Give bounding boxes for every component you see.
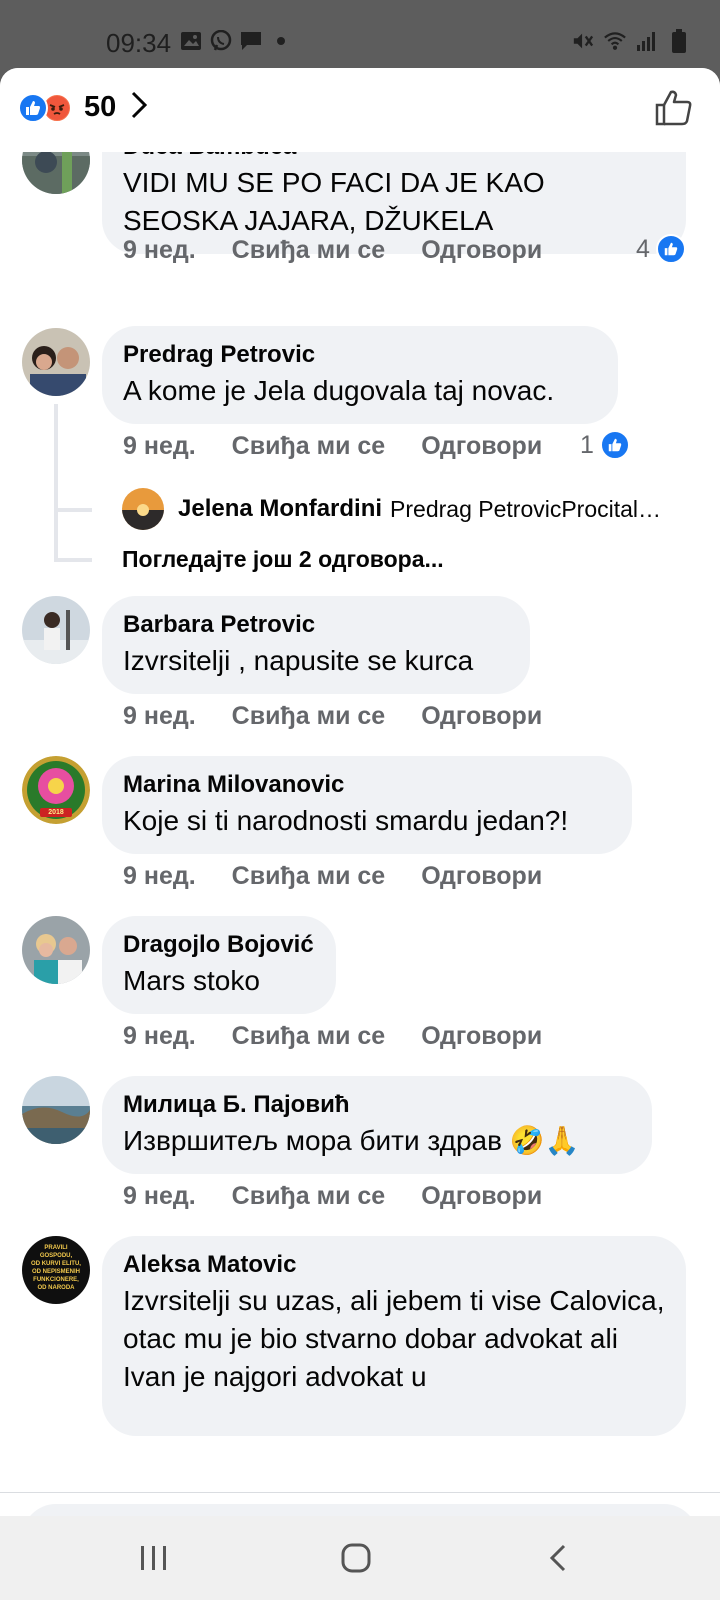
comment-time[interactable]: 9 нед.	[123, 1182, 196, 1211]
avatar[interactable]	[22, 152, 90, 194]
like-button[interactable]: Свиђа ми се	[232, 702, 386, 731]
comment-text: Mars stoko	[123, 965, 260, 996]
view-more-replies-link[interactable]: Погледајте још 2 одговора...	[122, 546, 444, 573]
comment-likes[interactable]: 4	[636, 234, 686, 264]
dot-icon	[270, 30, 292, 52]
thread-line	[54, 404, 58, 562]
comment-actions: 9 нед. Свиђа ми се Одговори	[123, 432, 542, 461]
like-button[interactable]: Свиђа ми се	[232, 432, 386, 461]
reply-button[interactable]: Одговори	[421, 1182, 542, 1211]
avatar-caption: PRAVILI GOSPODU, OD KURVI ELITU, OD NEPI…	[31, 1245, 81, 1291]
reply-preview[interactable]: Jelena Monfardini Predrag PetrovicProcit…	[122, 488, 692, 530]
comment-author[interactable]: Predrag Petrovic	[123, 340, 598, 370]
comment-text: Koje si ti narodnosti smardu jedan?!	[123, 805, 569, 836]
avatar[interactable]	[22, 596, 90, 664]
reply-button[interactable]: Одговори	[421, 236, 542, 265]
reactions-summary[interactable]: 50	[18, 90, 148, 125]
comment-author[interactable]: Dragojlo Bojović	[123, 930, 316, 960]
comment-text: A kome je Jela dugovala taj novac.	[123, 375, 555, 406]
comment-composer-bar	[0, 1492, 720, 1516]
status-notification-icons	[180, 30, 292, 52]
wifi-icon	[604, 30, 626, 52]
avatar[interactable]: 2018	[22, 756, 90, 824]
thread-branch	[54, 558, 92, 562]
comment-author[interactable]: Duca Bambuca	[123, 152, 666, 162]
battery-icon	[668, 29, 690, 53]
thread-branch	[54, 508, 92, 512]
comment-actions: 9 нед. Свиђа ми се Одговори	[123, 702, 542, 731]
comment-bubble: Милица Б. Пајовић Извршитељ мора бити зд…	[102, 1076, 652, 1174]
comment-author[interactable]: Barbara Petrovic	[123, 610, 510, 640]
comment-composer[interactable]	[22, 1504, 698, 1516]
reply-button[interactable]: Одговори	[421, 432, 542, 461]
chevron-right-icon	[130, 90, 148, 125]
avatar-badge-text: 2018	[48, 809, 64, 816]
reply-button[interactable]: Одговори	[421, 702, 542, 731]
avatar[interactable]	[22, 1076, 90, 1144]
comment-text: VIDI MU SE PO FACI DA JE KAO SEOSKA JAJA…	[123, 167, 545, 236]
like-button[interactable]: Свиђа ми се	[232, 1022, 386, 1051]
comment-actions: 9 нед. Свиђа ми се Одговори	[123, 1022, 542, 1051]
comment-bubble: Aleksa Matovic Izvrsitelji su uzas, ali …	[102, 1236, 686, 1436]
like-button[interactable]: Свиђа ми се	[232, 236, 386, 265]
comment-bubble: Marina Milovanovic Koje si ti narodnosti…	[102, 756, 632, 854]
comment-likes[interactable]: 1	[580, 430, 630, 460]
comments-sheet: 50 Duca Bambuca VIDI MU SE PO FACI DA JE…	[0, 68, 720, 1516]
like-badge-icon	[599, 430, 630, 460]
comment-author[interactable]: Marina Milovanovic	[123, 770, 612, 800]
reply-text: Predrag PetrovicProcital…	[390, 495, 662, 522]
status-system-icons	[572, 29, 690, 53]
like-count: 4	[636, 234, 650, 263]
like-reaction-icon	[18, 92, 48, 123]
comment-actions: 9 нед. Свиђа ми се Одговори	[123, 1182, 542, 1211]
like-outline-icon[interactable]	[654, 88, 694, 133]
emoji-laugh-pray: 🤣🙏	[509, 1125, 580, 1156]
comment-bubble: Dragojlo Bojović Mars stoko	[102, 916, 336, 1014]
like-count: 1	[580, 430, 594, 459]
avatar[interactable]	[122, 488, 164, 530]
recent-apps-icon[interactable]	[132, 1538, 176, 1578]
reaction-count: 50	[84, 91, 117, 123]
message-icon	[240, 30, 262, 52]
comment-bubble: Predrag Petrovic A kome je Jela dugovala…	[102, 326, 618, 424]
comment-author[interactable]: Aleksa Matovic	[123, 1250, 666, 1280]
like-badge-icon	[655, 234, 686, 264]
comment-time[interactable]: 9 нед.	[123, 702, 196, 731]
signal-icon	[636, 30, 658, 52]
like-button[interactable]: Свиђа ми се	[232, 862, 386, 891]
avatar[interactable]: PRAVILI GOSPODU, OD KURVI ELITU, OD NEPI…	[22, 1236, 90, 1304]
gallery-icon	[180, 30, 202, 52]
comment-text: Izvrsitelji su uzas, ali jebem ti vise C…	[123, 1285, 665, 1392]
reply-author[interactable]: Jelena Monfardini	[178, 495, 382, 523]
viber-icon	[210, 30, 232, 52]
comment-actions: 9 нед. Свиђа ми се Одговори	[123, 862, 542, 891]
status-time: 09:34	[106, 28, 172, 58]
like-button[interactable]: Свиђа ми се	[232, 1182, 386, 1211]
comment-time[interactable]: 9 нед.	[123, 862, 196, 891]
comment-text: Извршитељ мора бити здрав 🤣🙏	[123, 1122, 632, 1160]
avatar[interactable]	[22, 328, 90, 396]
comment-time[interactable]: 9 нед.	[123, 236, 196, 265]
comment-bubble: Barbara Petrovic Izvrsitelji , napusite …	[102, 596, 530, 694]
status-bar: 09:34	[0, 0, 720, 68]
comment-text: Izvrsitelji , napusite se kurca	[123, 645, 474, 676]
comments-list: Duca Bambuca VIDI MU SE PO FACI DA JE KA…	[0, 152, 720, 1492]
reply-button[interactable]: Одговори	[421, 1022, 542, 1051]
comment-time[interactable]: 9 нед.	[123, 432, 196, 461]
back-icon[interactable]	[536, 1538, 580, 1578]
comment-time[interactable]: 9 нед.	[123, 1022, 196, 1051]
comment-actions: 9 нед. Свиђа ми се Одговори	[123, 236, 542, 265]
system-nav-bar	[0, 1516, 720, 1600]
comment-author[interactable]: Милица Б. Пајовић	[123, 1090, 632, 1120]
reply-button[interactable]: Одговори	[421, 862, 542, 891]
home-icon[interactable]	[334, 1538, 378, 1578]
avatar[interactable]	[22, 916, 90, 984]
sheet-header: 50	[0, 68, 720, 152]
mute-icon	[572, 30, 594, 52]
comment-text-body: Извршитељ мора бити здрав	[123, 1125, 502, 1156]
